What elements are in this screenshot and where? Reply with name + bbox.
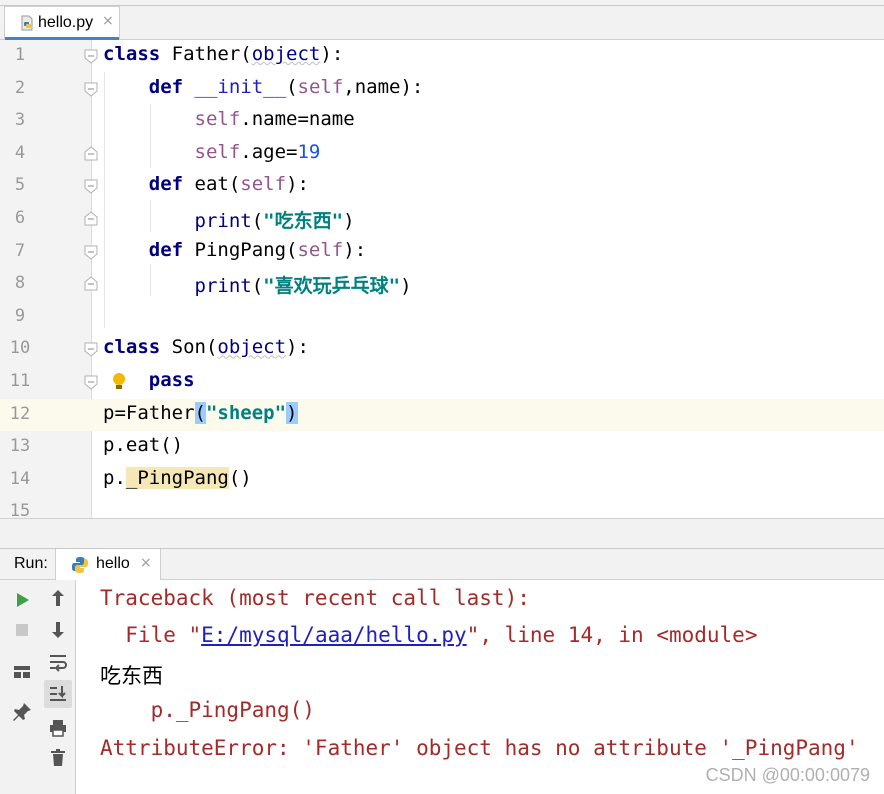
scroll-to-end-icon [50,686,66,701]
line-number: 7 [14,240,26,261]
code-line[interactable]: 2 def __init__(self,name): [0,73,884,105]
soft-wrap-icon[interactable] [46,650,70,674]
code-line[interactable]: 8 print("喜欢玩乒乓球") [0,268,884,300]
code-text: def __init__(self,name): [148,75,424,98]
run-tool-window-header: Run: hello × [0,548,884,580]
trash-icon[interactable] [46,746,70,770]
code-line[interactable]: 13 p.eat() [0,431,884,463]
indent-guide [150,104,151,168]
code-text: p=Father("sheep") [103,401,298,424]
scroll-down-icon[interactable] [46,618,70,642]
line-number: 8 [14,273,26,294]
code-text: self.age=19 [194,140,321,163]
code-line[interactable]: 5 def eat(self): [0,170,884,202]
file-path-link[interactable]: E:/mysql/aaa/hello.py [201,623,467,647]
run-label: Run: [14,555,48,572]
code-line[interactable]: 12 p=Father("sheep") [0,398,884,431]
code-text: p._PingPang() [103,466,252,489]
fold-start-icon[interactable] [83,341,99,358]
code-text: pass [148,369,195,391]
code-text: p.eat() [103,434,184,457]
tab-bar-top-border [0,5,884,6]
code-text: print("吃东西") [194,210,355,232]
tab-close-icon[interactable]: × [102,13,114,29]
line-number: 1 [14,45,26,65]
traceback-header: Traceback (most recent call last): [100,586,530,610]
run-tab-hello[interactable]: hello × [55,549,161,580]
file-prefix: File " [100,623,202,647]
code-text: self.name=name [194,108,355,131]
line-number: 2 [14,77,26,98]
code-line[interactable]: 6 print("吃东西") [0,203,884,235]
indent-guide [104,72,105,328]
code-line[interactable]: 4 self.age=19 [0,138,884,170]
line-number: 9 [14,305,26,326]
code-line[interactable]: 11 pass [0,366,884,398]
code-line[interactable]: 15 [0,496,884,518]
editor-bottom-area [0,518,884,548]
pin-icon[interactable] [10,700,34,724]
fold-start-icon[interactable] [83,48,99,64]
fold-start-icon[interactable] [83,178,99,195]
line-number: 11 [9,371,31,391]
line-number: 14 [9,468,31,489]
scroll-to-end-toggle[interactable] [44,680,72,708]
line-number: 4 [14,142,26,163]
code-line[interactable]: 1 class Father(object): [0,40,884,72]
tab-file-name: hello.py [38,14,94,31]
indent-guide [150,200,151,232]
editor-tab-bar: hello.py × [0,0,884,40]
code-text: def PingPang(self): [148,238,367,261]
code-line[interactable]: 14 p._PingPang() [0,464,884,496]
file-suffix: ", line 14, in <module> [466,623,758,647]
run-tab-close-icon[interactable]: × [140,555,152,571]
code-editor[interactable]: 1 class Father(object): 2 def __init__(sel… [0,40,884,518]
code-line[interactable]: 3 self.name=name [0,105,884,137]
tab-hello-py[interactable]: hello.py × [4,6,120,40]
fold-start-icon[interactable] [83,81,99,97]
line-number: 13 [9,436,31,457]
python-file-icon [21,15,33,31]
code-line[interactable]: 10 class Son(object): [0,333,884,365]
code-line[interactable]: 7 def PingPang(self): [0,236,884,268]
code-text: def eat(self): [148,173,309,196]
line-number: 6 [14,208,26,228]
line-number: 5 [14,175,26,196]
traceback-code-line: p._PingPang() [100,698,315,722]
run-console-output[interactable]: Traceback (most recent call last): File … [76,580,884,794]
line-number: 10 [9,338,31,359]
line-number: 12 [9,403,31,424]
stdout-line: 吃东西 [100,664,163,688]
code-line[interactable]: 9 [0,301,884,333]
fold-end-icon[interactable] [83,146,99,162]
rerun-icon[interactable] [10,588,34,612]
layout-icon[interactable] [10,660,34,684]
fold-start-icon[interactable] [83,244,99,260]
fold-start-icon[interactable] [83,374,99,390]
traceback-file-line: File "E:/mysql/aaa/hello.py", line 14, i… [100,623,757,647]
code-text: class Father(object): [103,43,344,65]
run-tab-name: hello [96,555,130,572]
fold-end-icon[interactable] [83,211,99,227]
line-number: 15 [9,501,31,518]
indent-guide [150,264,151,296]
line-number: 3 [14,110,26,131]
code-text: class Son(object): [103,336,309,359]
python-icon [72,557,88,573]
scroll-up-icon[interactable] [46,586,70,610]
watermark: CSDN @00:00:0079 [705,765,870,785]
fold-end-icon[interactable] [83,276,99,292]
run-toolbar [0,580,76,794]
error-message: AttributeError: 'Father' object has no a… [100,736,859,760]
print-icon[interactable] [46,716,70,740]
stop-icon[interactable] [10,618,34,642]
